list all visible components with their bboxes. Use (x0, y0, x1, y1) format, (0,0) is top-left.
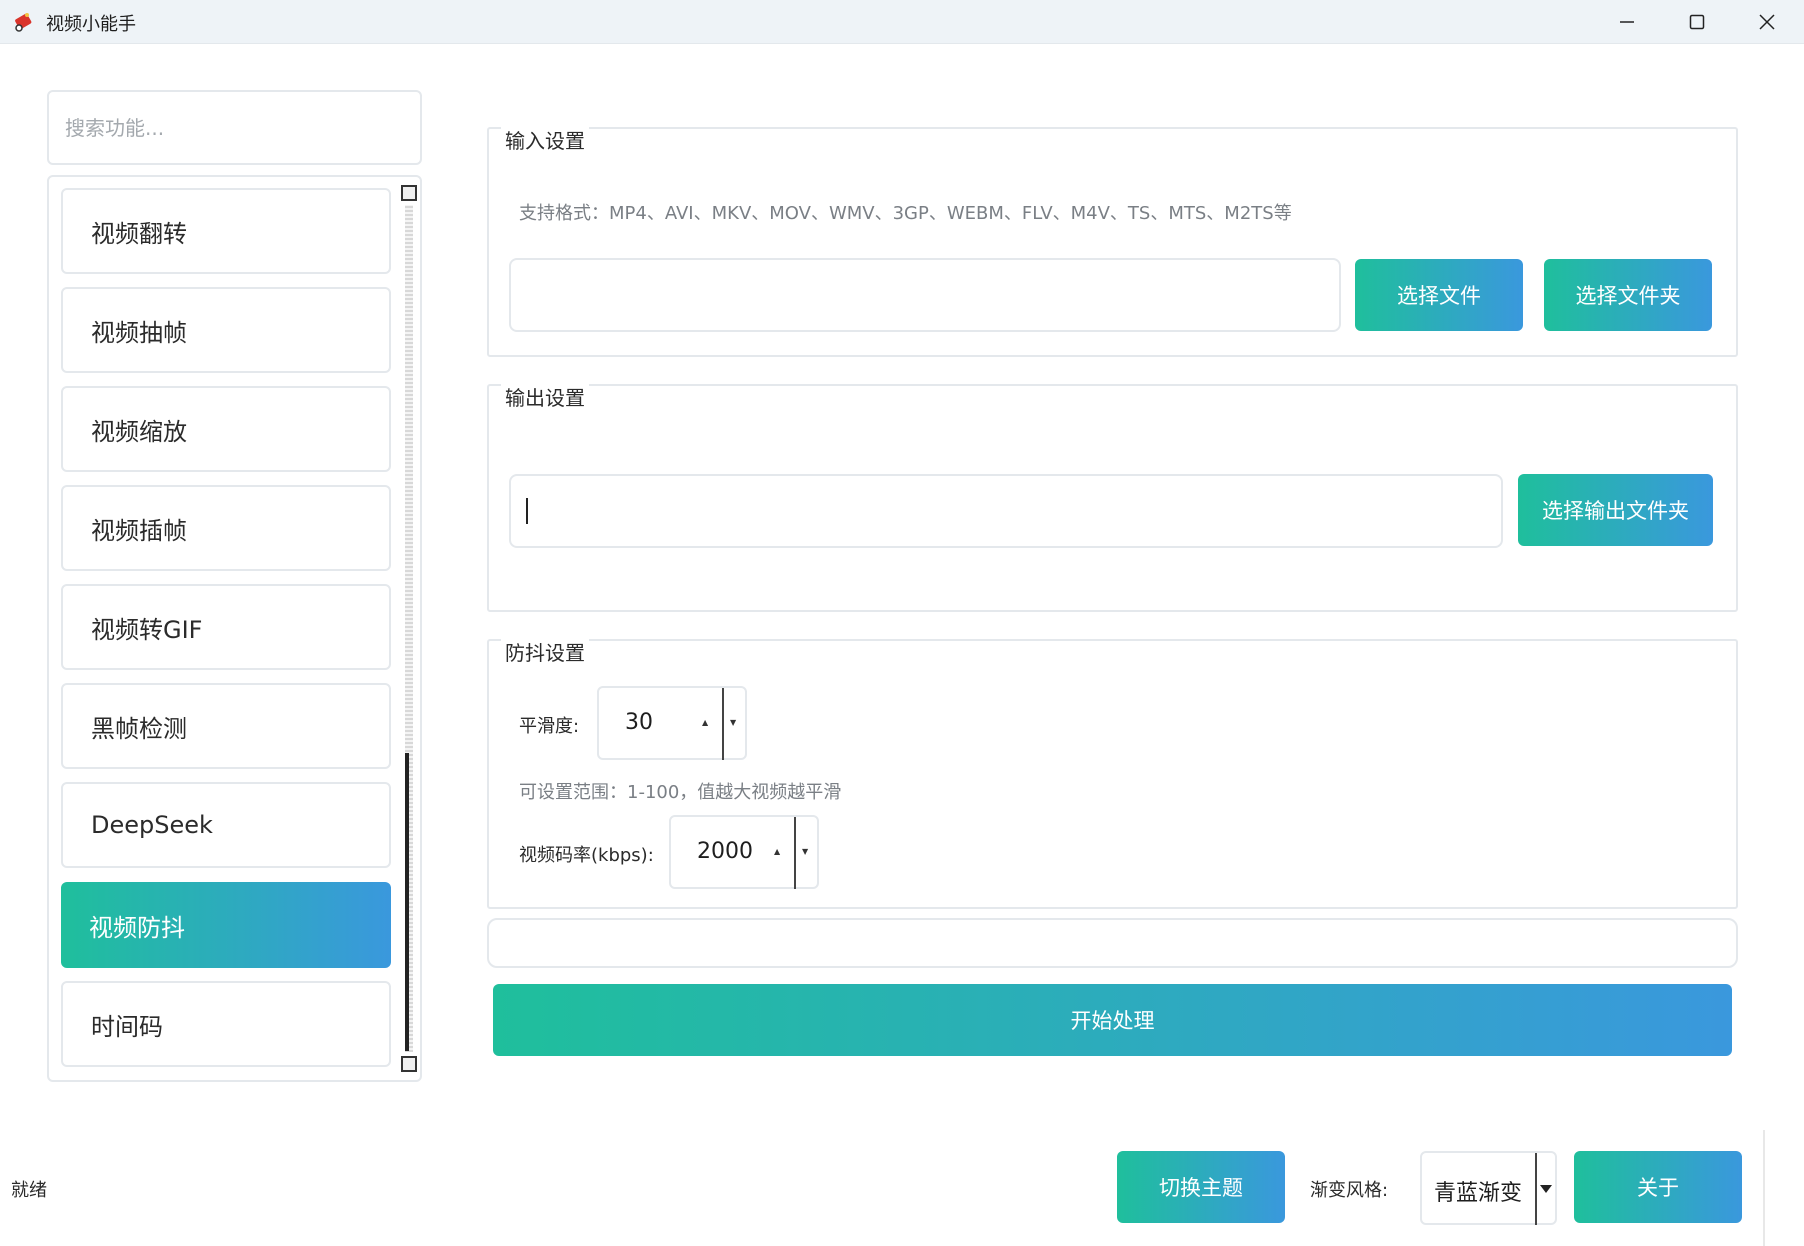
gradient-style-label: 渐变风格: (1310, 1180, 1389, 1201)
select-folder-button[interactable]: 选择文件夹 (1544, 259, 1712, 331)
scroll-thumb[interactable] (405, 753, 409, 1051)
status-text: 就绪 (11, 1180, 47, 1201)
stabilize-settings-group: 防抖设置 平滑度: 30 ▲ ▼ 可设置范围：1-100，值越大视频越平滑 视频… (487, 639, 1738, 909)
input-settings-group: 输入设置 支持格式：MP4、AVI、MKV、MOV、WMV、3GP、WEBM、F… (487, 127, 1738, 357)
scroll-up-arrow[interactable] (401, 185, 417, 201)
output-path-field[interactable] (509, 474, 1503, 548)
maximize-icon (1689, 14, 1705, 30)
start-processing-button[interactable]: 开始处理 (493, 984, 1732, 1056)
sidebar-item-black-frame[interactable]: 黑帧检测 (61, 683, 391, 769)
close-button[interactable] (1732, 0, 1802, 44)
sidebar-item-label: 视频抽帧 (91, 318, 187, 347)
sidebar-item-interpolate[interactable]: 视频插帧 (61, 485, 391, 571)
close-icon (1759, 14, 1775, 30)
switch-theme-button[interactable]: 切换主题 (1117, 1151, 1285, 1223)
function-list: 视频翻转 视频抽帧 视频缩放 视频插帧 视频转GIF 黑帧检测 DeepSeek… (47, 175, 422, 1082)
chevron-down-icon (1540, 1185, 1552, 1193)
minimize-button[interactable] (1592, 0, 1662, 44)
bitrate-stepper[interactable]: ▲ ▼ (774, 817, 818, 889)
sidebar-item-label: 视频缩放 (91, 417, 187, 446)
sidebar-item-timecode[interactable]: 时间码 (61, 981, 391, 1067)
separator (1763, 1130, 1765, 1246)
smoothness-hint: 可设置范围：1-100，值越大视频越平滑 (519, 782, 842, 803)
smoothness-label: 平滑度: (519, 716, 580, 737)
sidebar-item-deepseek[interactable]: DeepSeek (61, 782, 391, 868)
group-title: 输入设置 (501, 127, 589, 155)
group-title: 输出设置 (501, 384, 589, 412)
app-logo-icon (15, 13, 32, 32)
sidebar-item-label: 时间码 (91, 1012, 163, 1041)
sidebar-item-scale[interactable]: 视频缩放 (61, 386, 391, 472)
sidebar-item-stabilize[interactable]: 视频防抖 (61, 882, 391, 968)
input-path-field[interactable] (509, 258, 1341, 332)
smoothness-stepper[interactable]: ▲ ▼ (702, 688, 746, 760)
sidebar-item-to-gif[interactable]: 视频转GIF (61, 584, 391, 670)
output-settings-group: 输出设置 选择输出文件夹 (487, 384, 1738, 612)
gradient-style-select[interactable]: 青蓝渐变 (1420, 1151, 1557, 1225)
bitrate-value: 2000 (697, 839, 753, 864)
select-file-button[interactable]: 选择文件 (1355, 259, 1523, 331)
sidebar-scrollbar[interactable] (401, 183, 419, 1074)
smoothness-value: 30 (625, 710, 653, 735)
step-up-icon[interactable]: ▲ (702, 718, 708, 727)
smoothness-spinbox[interactable]: 30 ▲ ▼ (597, 686, 747, 760)
maximize-button[interactable] (1662, 0, 1732, 44)
gradient-style-value: 青蓝渐变 (1434, 1181, 1523, 1206)
sidebar-item-label: 视频插帧 (91, 516, 187, 545)
dropdown-arrow[interactable] (1535, 1153, 1555, 1225)
progress-bar (487, 918, 1738, 968)
sidebar-item-label: 视频防抖 (89, 913, 185, 942)
about-button[interactable]: 关于 (1574, 1151, 1742, 1223)
formats-hint: 支持格式：MP4、AVI、MKV、MOV、WMV、3GP、WEBM、FLV、M4… (519, 203, 1292, 224)
select-output-folder-button[interactable]: 选择输出文件夹 (1518, 474, 1713, 546)
title-bar: 视频小能手 (0, 0, 1804, 44)
sidebar-item-label: 视频翻转 (91, 219, 187, 248)
window-title: 视频小能手 (46, 14, 136, 35)
sidebar-item-extract-frames[interactable]: 视频抽帧 (61, 287, 391, 373)
minimize-icon (1620, 21, 1634, 23)
search-input[interactable] (47, 90, 422, 165)
bitrate-label: 视频码率(kbps): (519, 845, 654, 866)
sidebar-item-label: 视频转GIF (91, 615, 203, 644)
step-down-icon[interactable]: ▼ (802, 847, 808, 856)
step-down-icon[interactable]: ▼ (730, 718, 736, 727)
sidebar-item-label: DeepSeek (91, 811, 213, 839)
bitrate-spinbox[interactable]: 2000 ▲ ▼ (669, 815, 819, 889)
text-cursor (526, 498, 528, 524)
group-title: 防抖设置 (501, 639, 589, 667)
scroll-down-arrow[interactable] (401, 1056, 417, 1072)
sidebar-item-flip[interactable]: 视频翻转 (61, 188, 391, 274)
step-up-icon[interactable]: ▲ (774, 847, 780, 856)
sidebar-item-label: 黑帧检测 (91, 714, 187, 743)
